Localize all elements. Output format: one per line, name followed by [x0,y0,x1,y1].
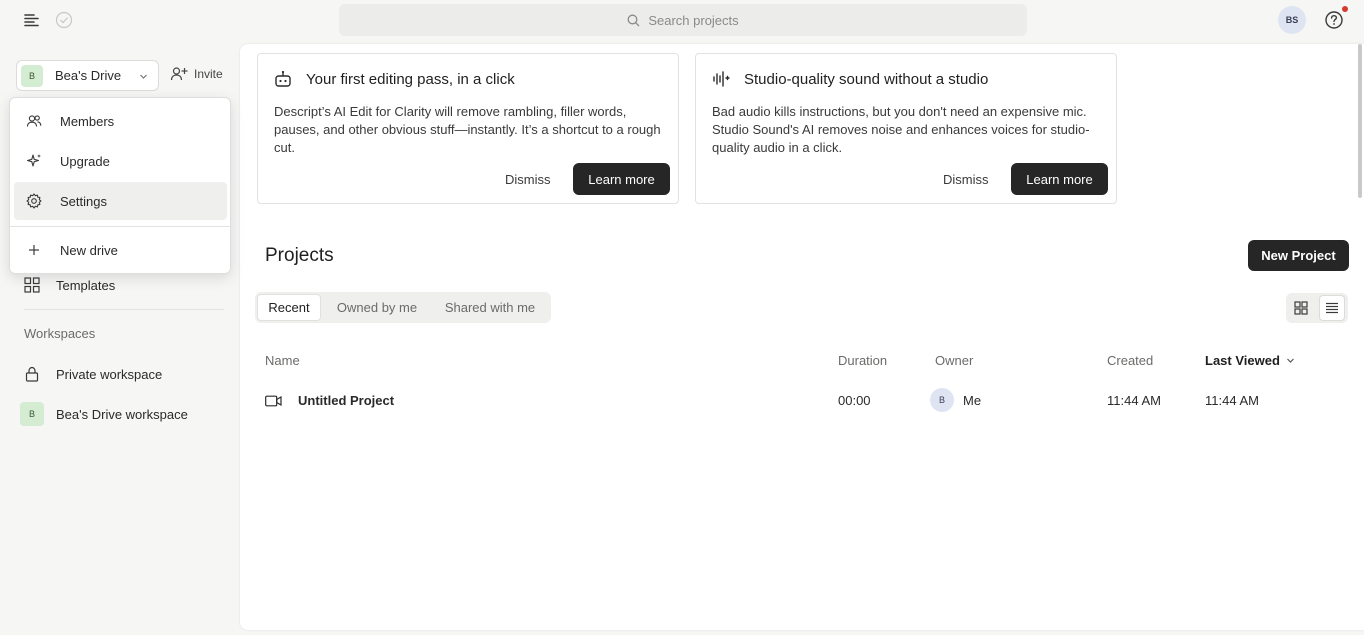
templates-icon [24,277,40,293]
learn-more-button[interactable]: Learn more [573,163,670,195]
owner-cell: B Me [930,388,981,412]
list-view-button[interactable] [1319,295,1345,321]
lock-icon [24,366,40,382]
menu-item-label: Members [60,113,115,129]
top-bar: Search projects BS [0,0,1364,40]
dismiss-button[interactable]: Dismiss [505,172,551,187]
workspace-badge: B [20,402,44,426]
project-name-cell: Untitled Project [265,393,394,408]
scrollbar[interactable] [1358,44,1362,198]
search-input[interactable]: Search projects [339,4,1027,36]
video-camera-icon [265,395,282,407]
sidebar-item-drive-workspace[interactable]: B Bea's Drive workspace [20,402,188,426]
learn-more-button[interactable]: Learn more [1011,163,1108,195]
last-viewed-cell: 11:44 AM [1205,393,1259,408]
menu-item-members[interactable]: Members [14,102,227,140]
chevron-down-icon [139,72,148,81]
sidebar-item-templates[interactable]: Templates [24,277,115,293]
sound-wave-icon [712,70,730,88]
grid-icon [1294,301,1308,315]
new-project-button[interactable]: New Project [1248,240,1349,271]
projects-title: Projects [265,245,334,266]
sidebar-item-label: Bea's Drive workspace [56,406,188,422]
column-header-duration[interactable]: Duration [838,353,887,368]
invite-label: Invite [194,67,223,81]
menu-item-label: New drive [60,242,118,258]
column-header-owner[interactable]: Owner [935,353,973,368]
duration-cell: 00:00 [838,393,871,408]
robot-icon [274,70,292,88]
drive-selector[interactable]: B Bea's Drive [16,60,159,91]
owner-avatar: B [930,388,954,412]
sidebar-item-label: Private workspace [56,366,163,382]
tab-recent[interactable]: Recent [257,294,321,321]
drive-menu: Members Upgrade Settings New drive [9,97,231,274]
grid-view-button[interactable] [1288,295,1314,321]
user-avatar[interactable]: BS [1278,6,1306,34]
promo-card-sound: Studio-quality sound without a studio Ba… [695,53,1117,204]
drive-name: Bea's Drive [55,68,122,83]
tab-owned-by-me[interactable]: Owned by me [325,294,429,321]
menu-item-settings[interactable]: Settings [14,182,227,220]
plus-icon [26,242,42,258]
list-icon [1325,301,1339,315]
notification-dot [1342,6,1348,12]
menu-item-label: Upgrade [60,153,110,169]
promo-card-edit: Your first editing pass, in a click Desc… [257,53,679,204]
column-header-last-viewed[interactable]: Last Viewed [1205,353,1295,368]
card-body: Descript’s AI Edit for Clarity will remo… [274,104,661,155]
check-circle-icon[interactable] [55,11,73,29]
chevron-down-icon [1286,356,1295,365]
menu-item-upgrade[interactable]: Upgrade [14,142,227,180]
menu-item-label: Settings [60,193,107,209]
sparkle-icon [26,153,42,169]
search-placeholder: Search projects [648,12,739,28]
add-user-icon [170,66,188,82]
owner-name: Me [963,392,982,408]
card-title: Your first editing pass, in a click [306,71,515,88]
project-name: Untitled Project [298,393,395,408]
view-toggle [1286,293,1348,323]
drive-badge: B [21,64,43,87]
menu-item-new-drive[interactable]: New drive [14,231,227,269]
column-header-name[interactable]: Name [265,353,300,368]
members-icon [26,113,42,129]
tab-shared-with-me[interactable]: Shared with me [433,294,547,321]
menu-divider [10,226,230,227]
invite-button[interactable]: Invite [170,66,223,82]
sidebar-divider [24,309,224,310]
search-icon [627,14,640,27]
gear-icon [26,193,42,209]
column-header-created[interactable]: Created [1107,353,1153,368]
column-header-label: Last Viewed [1205,353,1280,368]
sidebar-item-label: Templates [56,277,116,293]
sidebar-toggle-icon[interactable] [22,10,42,30]
dismiss-button[interactable]: Dismiss [943,172,989,187]
workspaces-heading: Workspaces [24,326,96,341]
main-panel: Your first editing pass, in a click Desc… [240,44,1364,630]
sidebar-item-private-workspace[interactable]: Private workspace [24,366,162,382]
created-cell: 11:44 AM [1107,393,1161,408]
help-icon[interactable] [1324,10,1344,30]
project-tabs: Recent Owned by me Shared with me [255,292,551,323]
card-title: Studio-quality sound without a studio [744,71,989,88]
card-body: Bad audio kills instructions, but you do… [712,104,1090,155]
